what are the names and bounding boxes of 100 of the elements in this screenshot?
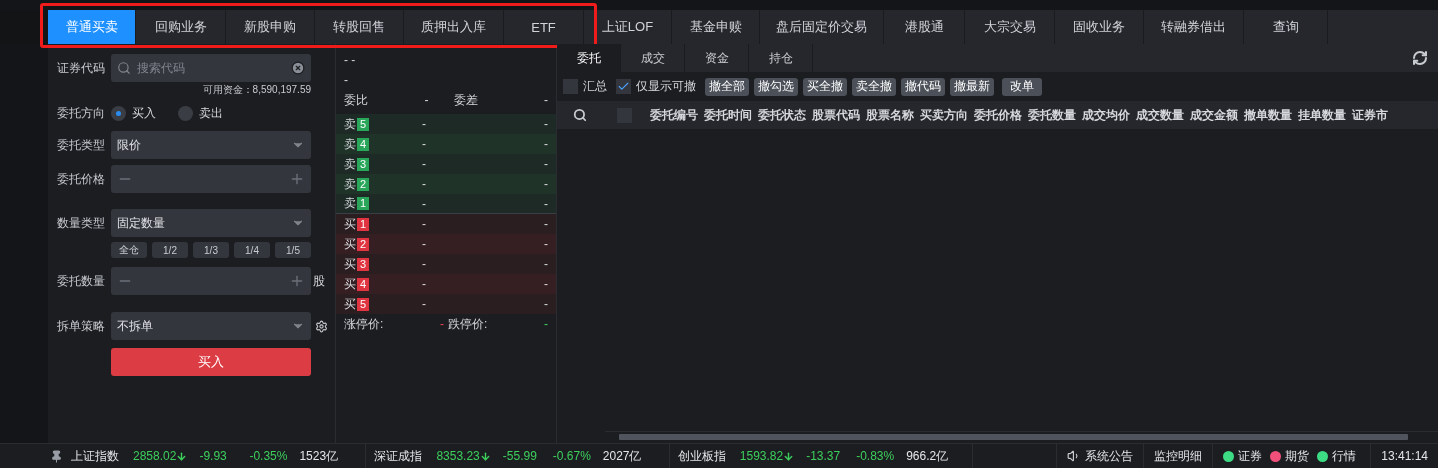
index-name: 创业板指 (677, 447, 727, 465)
bid-volume: - (544, 237, 548, 251)
index-change: -55.99 (502, 449, 538, 463)
buy-button[interactable]: 买入 (111, 348, 311, 376)
limit-down-label: 跌停价: (448, 315, 488, 333)
limit-up-label: 涨停价: (344, 315, 385, 333)
ask-price: - (421, 196, 427, 211)
column-header[interactable]: 委托数量 (1028, 106, 1076, 124)
field-label: 拆单策略 (57, 317, 105, 335)
column-header[interactable]: 成交均价 (1082, 106, 1130, 124)
down-arrow-icon (176, 450, 188, 462)
connection-label: 证券 (1238, 447, 1263, 465)
action-button[interactable]: 改单 (1002, 77, 1042, 96)
settings-icon[interactable] (315, 319, 328, 333)
ask-level: 卖 3 (344, 155, 370, 173)
column-header[interactable]: 挂单数量 (1298, 106, 1346, 124)
column-header[interactable]: 委托编号 (650, 106, 698, 124)
connection-label: 行情 (1332, 447, 1357, 465)
quick-amount-button[interactable]: 1/2 (152, 242, 188, 258)
bid-volume: - (544, 277, 548, 291)
plus-icon[interactable] (289, 171, 305, 187)
ask-volume: - (544, 157, 548, 171)
bid-price: - (421, 297, 427, 311)
ask-volume: - (544, 137, 548, 151)
action-button[interactable]: 撤全部 (705, 77, 749, 96)
field-label: 委托价格 (57, 170, 105, 188)
column-header[interactable]: 证券市 (1352, 106, 1388, 124)
quick-amount-button[interactable]: 全仓 (111, 242, 147, 258)
quick-amount-button[interactable]: 1/5 (275, 242, 311, 258)
index-percent: -0.35% (249, 449, 289, 463)
column-header[interactable]: 撤单数量 (1244, 106, 1292, 124)
bid-level: 买 1 (344, 215, 370, 233)
diff-value: - (544, 93, 548, 107)
action-button[interactable]: 买全撤 (803, 77, 847, 96)
column-header[interactable]: 委托时间 (704, 106, 752, 124)
search-icon (117, 61, 131, 75)
action-button[interactable]: 撤代码 (901, 77, 945, 96)
bid-price: - (421, 277, 427, 291)
quick-amount-button[interactable]: 1/4 (234, 242, 270, 258)
refresh-icon[interactable] (1412, 50, 1428, 66)
limit-up-value: - (440, 317, 444, 331)
radio-button[interactable] (111, 106, 126, 121)
column-header[interactable]: 成交数量 (1136, 106, 1184, 124)
clear-icon[interactable] (291, 61, 305, 75)
column-header[interactable]: 委托价格 (974, 106, 1022, 124)
field-label: 委托方向 (57, 105, 105, 122)
ask-price: - (421, 157, 427, 171)
column-header[interactable]: 股票代码 (812, 106, 860, 124)
monitor-link[interactable]: 监控明细 (1154, 447, 1203, 465)
search-icon[interactable] (573, 108, 587, 122)
action-button[interactable]: 卖全撤 (852, 77, 896, 96)
checkbox[interactable] (616, 79, 631, 94)
unit-label: 股 (313, 272, 325, 290)
bid-level: 买 3 (344, 255, 370, 273)
index-name: 上证指数 (71, 447, 120, 465)
field-label: 证券代码 (57, 59, 105, 77)
bid-level: 买 5 (344, 295, 370, 313)
column-header[interactable]: 委托状态 (758, 106, 806, 124)
panel-tab[interactable]: 委托 (557, 44, 621, 72)
bid-price: - (421, 217, 427, 231)
bid-price: - (421, 237, 427, 251)
action-button[interactable]: 撤勾选 (754, 77, 798, 96)
field-label: 数量类型 (57, 214, 105, 232)
index-turnover: 1523亿 (299, 447, 340, 465)
horizontal-scrollbar[interactable] (605, 431, 1438, 440)
ratio-value: - (424, 93, 430, 107)
column-header[interactable]: 买卖方向 (920, 106, 968, 124)
ask-level: 卖 2 (344, 175, 370, 193)
index-value: 1593.82 (739, 449, 784, 463)
bid-level: 买 2 (344, 235, 370, 253)
bid-volume: - (544, 257, 548, 271)
ask-level: 卖 1 (344, 195, 370, 212)
radio-label: 买入 (132, 105, 156, 122)
order-type-select[interactable]: 限价 (111, 131, 311, 159)
split-strategy-select[interactable]: 不拆单 (111, 312, 311, 340)
ask-price: - (421, 137, 427, 151)
down-arrow-icon (479, 450, 491, 462)
column-header[interactable]: 成交金额 (1190, 106, 1238, 124)
radio-label: 卖出 (199, 105, 223, 122)
ask-level: 卖 4 (344, 135, 370, 153)
quantity-type-select[interactable]: 固定数量 (111, 209, 311, 237)
ask-volume: - (544, 196, 548, 211)
bid-price: - (421, 257, 427, 271)
plus-icon[interactable] (289, 273, 305, 289)
checkbox-label: 仅显示可撤 (636, 78, 696, 95)
announcement-link[interactable]: 系统公告 (1085, 447, 1134, 465)
checkbox[interactable] (563, 79, 578, 94)
bid-level: 买 4 (344, 275, 370, 293)
diff-label: 委差 (453, 91, 479, 109)
column-header[interactable]: 股票名称 (866, 106, 914, 124)
quote-text: - (344, 73, 348, 87)
pin-icon[interactable] (50, 449, 63, 463)
ask-volume: - (544, 117, 548, 131)
field-label: 委托数量 (57, 272, 105, 290)
radio-button[interactable] (178, 106, 193, 121)
field-label: 委托类型 (57, 136, 105, 154)
action-button[interactable]: 撤最新 (950, 77, 994, 96)
quick-amount-button[interactable]: 1/3 (193, 242, 229, 258)
ask-price: - (421, 177, 427, 191)
index-turnover: 966.2亿 (906, 447, 950, 465)
